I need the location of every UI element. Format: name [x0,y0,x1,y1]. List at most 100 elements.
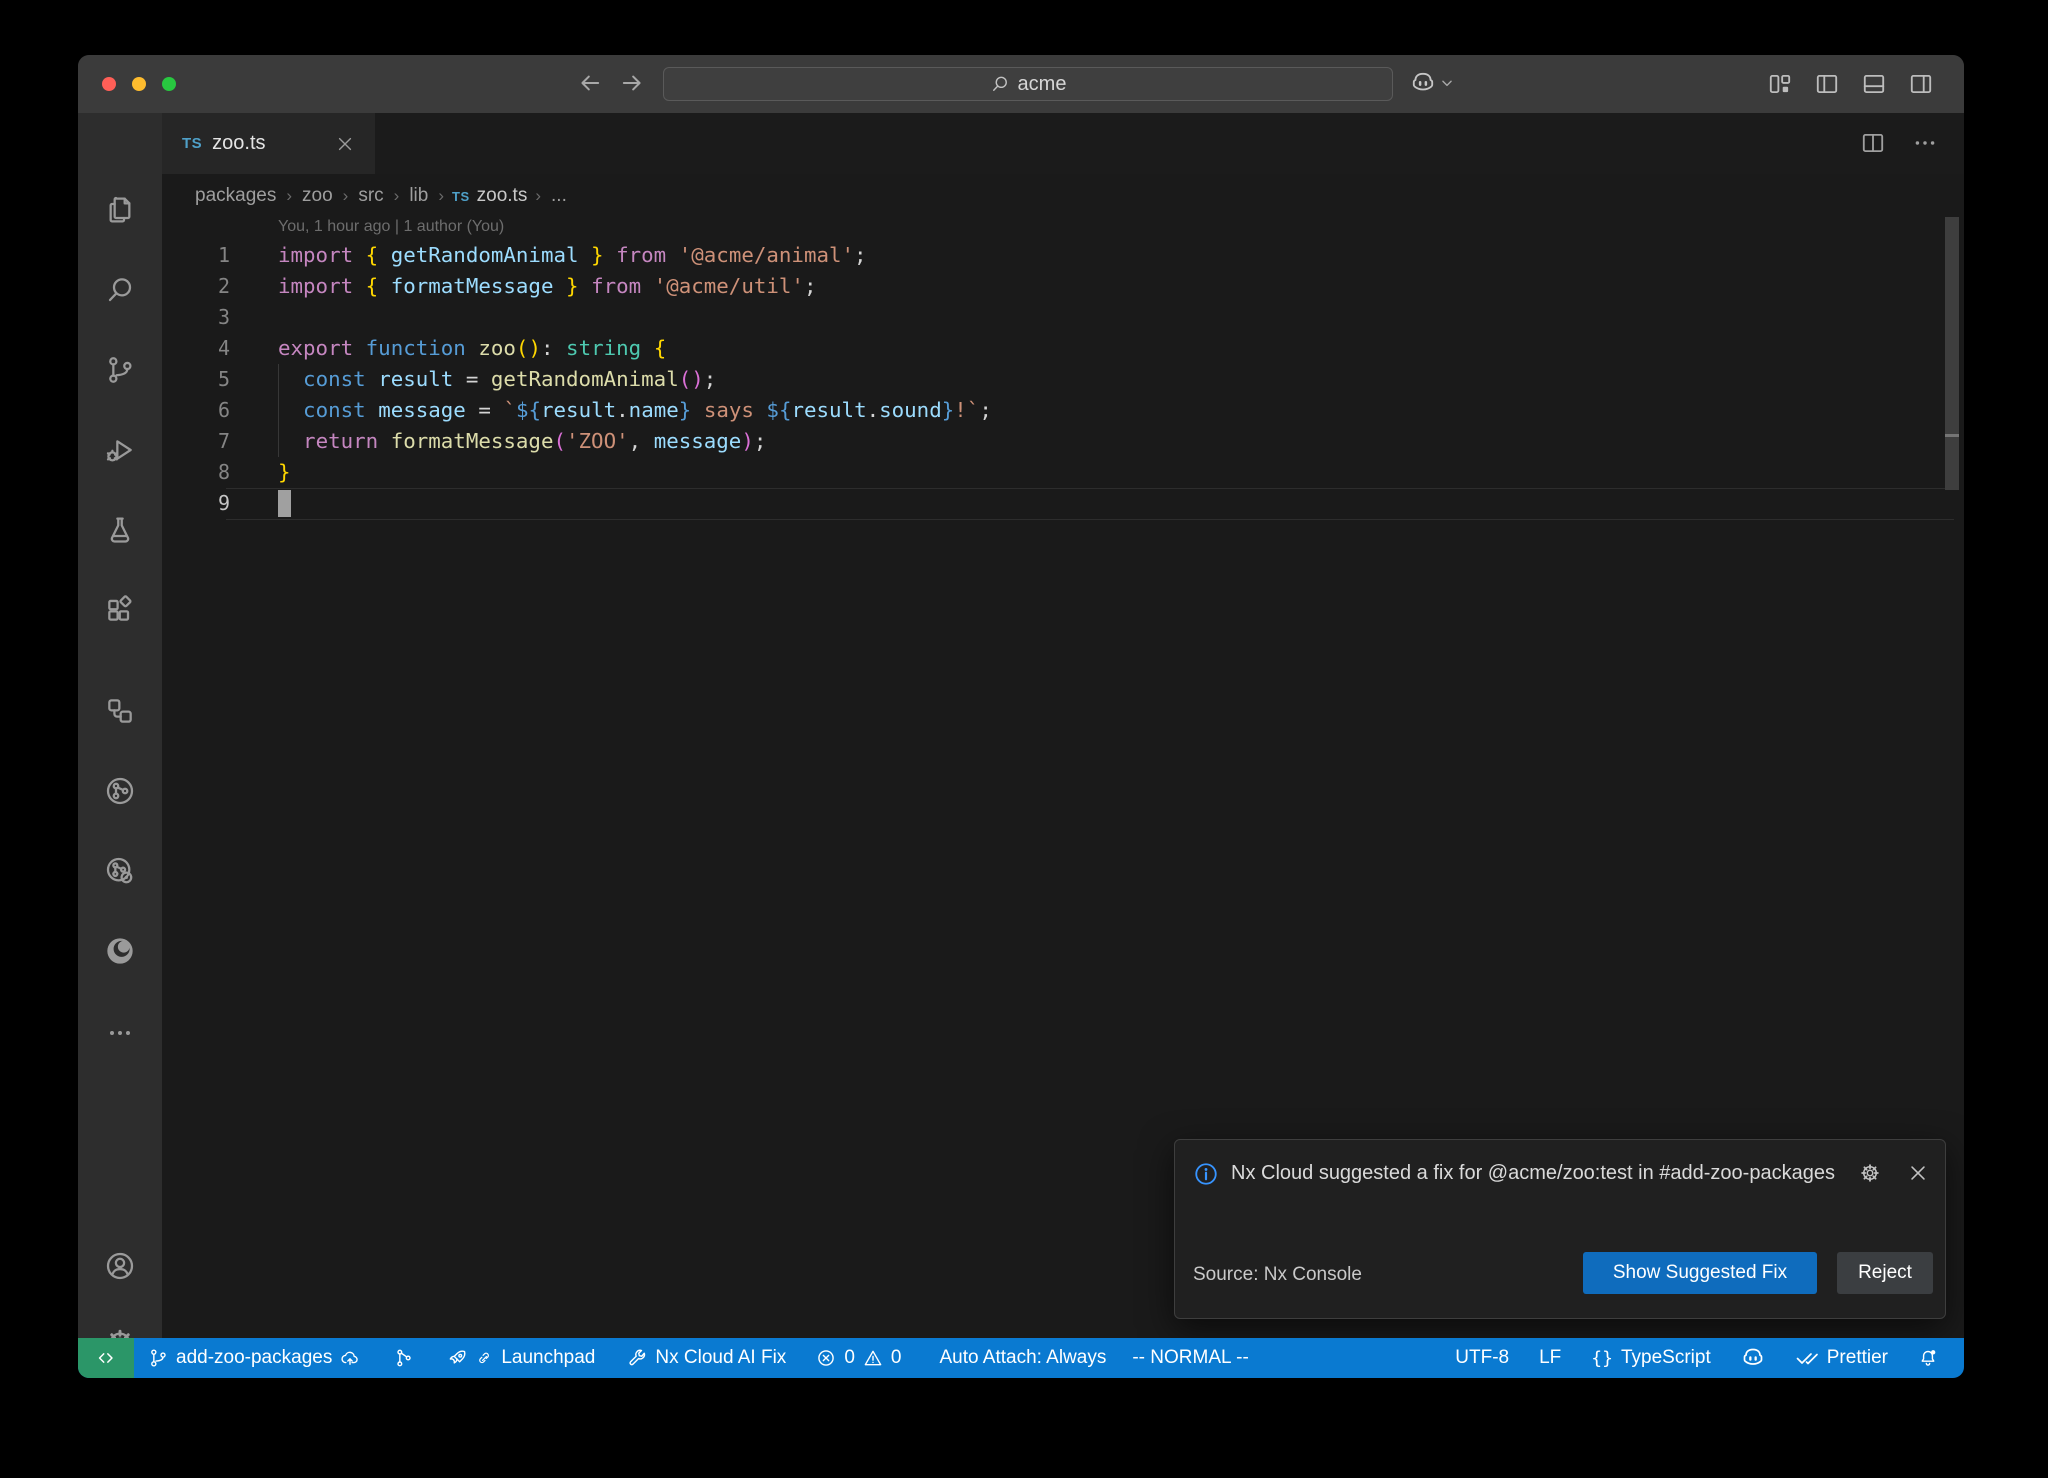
notification-source: Source: Nx Console [1193,1264,1362,1286]
close-tab-icon[interactable] [335,134,355,154]
copilot-menu-button[interactable] [1410,70,1454,96]
navigate-back-icon[interactable] [576,69,604,97]
extensions-icon[interactable] [104,594,136,626]
current-line-border-bottom [226,519,1954,520]
notifications-item[interactable] [1918,1348,1938,1368]
problems-item[interactable]: 0 0 [816,1347,901,1369]
project-graph-icon[interactable] [104,695,136,727]
typescript-file-icon: TS [452,189,470,204]
git-branch-item[interactable]: add-zoo-packages [148,1347,360,1369]
tab-label: zoo.ts [212,132,265,155]
line-number[interactable]: 8 [162,457,230,488]
breadcrumb-item-packages[interactable]: packages [193,185,278,207]
code-line-2[interactable]: 2import { formatMessage } from '@acme/ut… [162,271,1964,302]
more-icon[interactable] [104,1017,136,1049]
breadcrumb-item-zoo[interactable]: zoo [300,185,335,207]
editor-more-actions-button[interactable] [1912,130,1938,156]
remote-indicator[interactable] [78,1338,134,1378]
code-line-7[interactable]: 7 return formatMessage('ZOO', message); [162,426,1964,457]
line-number[interactable]: 3 [162,302,230,333]
customize-layout-button[interactable] [1767,71,1793,97]
formatter-label: Prettier [1827,1347,1888,1369]
notification-settings-icon[interactable] [1859,1162,1881,1184]
reject-button[interactable]: Reject [1837,1252,1933,1294]
search-icon[interactable] [104,274,136,306]
encoding-item[interactable]: UTF-8 [1455,1347,1509,1369]
breadcrumb-item-src[interactable]: src [356,185,385,207]
breadcrumb-item-lib[interactable]: lib [407,185,430,207]
split-editor-button[interactable] [1860,130,1886,156]
toggle-primary-sidebar-button[interactable] [1814,71,1840,97]
zoom-window-button[interactable] [162,77,176,91]
notification-close-icon[interactable] [1907,1162,1929,1184]
source-control-icon[interactable] [104,354,136,386]
code-line-8[interactable]: 8} [162,457,1964,488]
code-line-5[interactable]: 5 const result = getRandomAnimal(); [162,364,1964,395]
gitlens-blame-annotation: You, 1 hour ago | 1 author (You) [278,218,504,240]
minimize-window-button[interactable] [132,77,146,91]
window-controls [102,77,176,91]
nx-console-icon[interactable] [104,775,136,807]
editor-tab-strip: TS zoo.ts [162,113,1964,174]
nx-cloud-ai-fix-item[interactable]: Nx Cloud AI Fix [627,1347,786,1369]
code-line-9[interactable]: 9 [162,488,1964,519]
explorer-icon[interactable] [104,194,136,226]
testing-icon[interactable] [104,514,136,546]
code-line-6[interactable]: 6 const message = `${result.name} says $… [162,395,1964,426]
bell-dot-icon [1918,1348,1938,1368]
launchpad-item[interactable]: Launchpad [448,1347,595,1369]
account-icon[interactable] [104,1250,136,1282]
desktop-background: acme TS zoo.ts [0,0,2048,1478]
vim-mode-label: -- NORMAL -- [1132,1347,1248,1369]
search-value: acme [1018,73,1067,96]
toggle-panel-button[interactable] [1861,71,1887,97]
language-mode-item[interactable]: {} TypeScript [1591,1347,1710,1369]
source-control-graph-item[interactable] [394,1348,414,1368]
breadcrumb-file[interactable]: TS zoo.ts [452,185,527,207]
tab-zoo-ts[interactable]: TS zoo.ts [162,113,375,174]
breadcrumb-trailing-ellipsis[interactable]: ... [549,185,569,207]
line-number[interactable]: 1 [162,240,230,271]
nx-cloud-icon[interactable] [104,855,136,887]
breadcrumb: packages›zoo›src›lib›TSzoo.ts›... [162,174,1964,218]
copilot-status-item[interactable] [1741,1346,1765,1370]
line-number[interactable]: 4 [162,333,230,364]
code-line-1[interactable]: 1import { getRandomAnimal } from '@acme/… [162,240,1964,271]
publish-changes-icon [340,1348,360,1368]
code-line-4[interactable]: 4export function zoo(): string { [162,333,1964,364]
launchpad-label: Launchpad [501,1347,595,1369]
double-check-icon [1795,1346,1819,1370]
code-text: } [278,457,291,488]
language-label: TypeScript [1621,1347,1711,1369]
show-suggested-fix-button[interactable]: Show Suggested Fix [1583,1252,1817,1294]
command-center-search[interactable]: acme [663,67,1393,101]
branch-name: add-zoo-packages [176,1347,332,1369]
editor-scrollbar-thumb[interactable] [1945,217,1959,490]
wrench-icon [627,1348,647,1368]
close-window-button[interactable] [102,77,116,91]
prettier-item[interactable]: Prettier [1795,1346,1888,1370]
status-bar: add-zoo-packages Launchpad Nx Cloud AI F… [78,1338,1964,1378]
vim-mode-item[interactable]: -- NORMAL -- [1132,1347,1248,1369]
notification-toast: Nx Cloud suggested a fix for @acme/zoo:t… [1174,1139,1946,1319]
line-number[interactable]: 9 [162,488,230,519]
breadcrumb-separator: › [527,186,549,206]
activity-bar [78,113,162,1338]
line-number[interactable]: 5 [162,364,230,395]
line-number[interactable]: 6 [162,395,230,426]
code-line-3[interactable]: 3 [162,302,1964,333]
edge-browser-icon[interactable] [104,935,136,967]
line-number[interactable]: 7 [162,426,230,457]
warnings-icon [863,1348,883,1368]
navigate-forward-icon[interactable] [618,69,646,97]
toggle-secondary-sidebar-button[interactable] [1908,71,1934,97]
auto-attach-item[interactable]: Auto Attach: Always [939,1347,1106,1369]
breadcrumb-file-label: zoo.ts [477,185,528,207]
code-text: const result = getRandomAnimal(); [278,364,716,395]
link-icon [476,1350,493,1367]
line-number[interactable]: 2 [162,271,230,302]
encoding-label: UTF-8 [1455,1347,1509,1369]
run-debug-icon[interactable] [104,434,136,466]
errors-icon [816,1348,836,1368]
eol-item[interactable]: LF [1539,1347,1561,1369]
